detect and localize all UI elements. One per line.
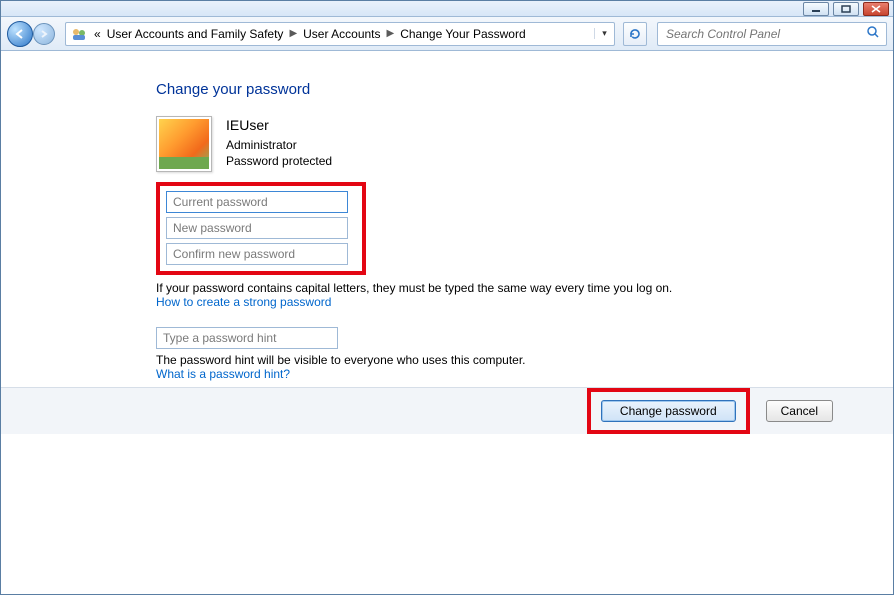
- search-box[interactable]: [657, 22, 887, 46]
- address-bar[interactable]: « User Accounts and Family Safety ▶ User…: [65, 22, 615, 46]
- user-accounts-icon: [70, 25, 88, 43]
- caps-note: If your password contains capital letter…: [156, 281, 716, 295]
- current-password-field[interactable]: [166, 191, 348, 213]
- window-titlebar: [1, 1, 893, 17]
- new-password-field[interactable]: [166, 217, 348, 239]
- user-info: IEUser Administrator Password protected: [226, 116, 332, 169]
- current-password-input[interactable]: [167, 192, 347, 212]
- chevron-right-icon: ▶: [289, 28, 297, 39]
- page-title: Change your password: [156, 81, 893, 98]
- close-button[interactable]: [863, 2, 889, 16]
- maximize-button[interactable]: [833, 2, 859, 16]
- nav-buttons: [7, 21, 55, 47]
- avatar: [156, 116, 212, 172]
- user-pw-status: Password protected: [226, 153, 332, 169]
- hint-note: The password hint will be visible to eve…: [156, 353, 716, 367]
- user-role: Administrator: [226, 137, 332, 153]
- breadcrumb-item-1[interactable]: User Accounts and Family Safety: [107, 27, 284, 41]
- footer-bar: Change password Cancel: [1, 388, 893, 434]
- refresh-button[interactable]: [623, 22, 647, 46]
- highlight-password-fields: [156, 182, 366, 275]
- breadcrumb-item-3[interactable]: Change Your Password: [400, 27, 525, 41]
- navigation-bar: « User Accounts and Family Safety ▶ User…: [1, 17, 893, 51]
- confirm-password-input[interactable]: [167, 244, 347, 264]
- new-password-input[interactable]: [167, 218, 347, 238]
- back-button[interactable]: [7, 21, 33, 47]
- link-password-hint[interactable]: What is a password hint?: [156, 367, 290, 381]
- chevron-right-icon: ▶: [387, 28, 395, 39]
- user-name: IEUser: [226, 116, 332, 135]
- minimize-button[interactable]: [803, 2, 829, 16]
- confirm-password-field[interactable]: [166, 243, 348, 265]
- search-icon[interactable]: [866, 25, 880, 42]
- cancel-button[interactable]: Cancel: [766, 400, 833, 422]
- password-hint-field[interactable]: [156, 327, 338, 349]
- user-summary: IEUser Administrator Password protected: [156, 116, 893, 172]
- breadcrumb-item-2[interactable]: User Accounts: [303, 27, 380, 41]
- change-password-button[interactable]: Change password: [601, 400, 736, 422]
- address-dropdown-icon[interactable]: ▾: [594, 28, 610, 39]
- forward-button[interactable]: [33, 23, 55, 45]
- control-panel-window: « User Accounts and Family Safety ▶ User…: [0, 0, 894, 595]
- password-hint-input[interactable]: [157, 328, 337, 348]
- breadcrumb[interactable]: « User Accounts and Family Safety ▶ User…: [94, 27, 526, 41]
- search-input[interactable]: [664, 26, 866, 42]
- link-strong-password[interactable]: How to create a strong password: [156, 295, 331, 309]
- highlight-change-password: Change password: [587, 388, 750, 434]
- content-area: Change your password IEUser Administrato…: [1, 51, 893, 381]
- breadcrumb-overflow[interactable]: «: [94, 27, 101, 41]
